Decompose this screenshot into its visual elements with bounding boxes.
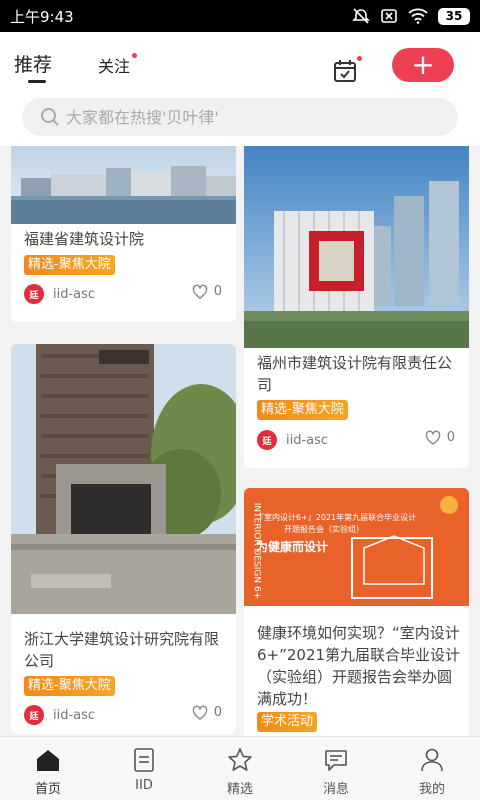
tab-follow-label: 关注 [98,57,131,76]
post-title: 福州市建筑设计院有限责任公司 [257,354,453,394]
avatar: 廷 [24,284,44,304]
tab-recommend[interactable]: 推荐 [14,50,53,83]
post-author[interactable]: 廷 iid-asc [257,430,328,450]
notification-dot [132,53,138,58]
heart-icon [425,430,441,445]
tab-profile-label: 我的 [418,782,445,797]
search-bar[interactable] [22,98,458,136]
post-image [244,146,469,348]
tab-messages[interactable]: 消息 [288,737,384,800]
heart-icon [192,284,208,299]
tab-home[interactable]: 首页 [0,737,96,800]
calendar-icon [334,60,356,82]
post-title: 健康环境如何实现？“室内设计 6+”2021第九届联合毕业设计（实验组）开题报告… [257,624,461,708]
post-image [11,146,236,224]
post-image [11,344,236,614]
calendar-button[interactable] [332,56,362,84]
notification-dot [357,56,362,61]
message-icon [325,750,347,771]
post-tag[interactable]: 精选-聚焦大院 [24,676,115,696]
like-button[interactable]: 0 [425,430,455,445]
post-card[interactable]: 福州市建筑设计院有限责任公司 精选-聚焦大院 廷 iid-asc 0 [244,146,469,468]
heart-icon [192,705,208,720]
poster-headline: 为健康而设计 [256,540,329,554]
tab-iid[interactable]: IID [96,737,192,800]
post-author[interactable]: 廷 iid-asc [24,284,95,304]
bottom-tab-bar: 首页 IID 精选 消息 我的 [0,736,480,800]
tab-iid-label: IID [135,778,153,793]
tab-recommend-label: 推荐 [14,54,53,76]
tab-featured[interactable]: 精选 [192,737,288,800]
author-name: iid-asc [286,432,329,448]
user-icon [421,748,443,772]
avatar: 廷 [257,430,277,450]
header: 推荐 关注 + [0,32,480,146]
status-bar: 上午9:43 35 [0,0,480,32]
document-icon [134,748,154,772]
like-count: 0 [213,705,222,720]
avatar: 廷 [24,705,44,725]
author-name: iid-asc [53,707,96,723]
tab-profile[interactable]: 我的 [384,737,480,800]
add-post-button[interactable]: + [392,48,454,82]
like-count: 0 [213,284,222,299]
tab-featured-label: 精选 [226,782,253,797]
tab-active-indicator [28,80,46,83]
battery-icon: 35 [438,7,470,25]
post-card[interactable]: 浙江大学建筑设计研究院有限公司 精选-聚焦大院 廷 iid-asc 0 [11,344,236,734]
like-count: 0 [446,430,455,445]
like-button[interactable]: 0 [192,705,222,720]
post-title: 福建省建筑设计院 [24,230,145,248]
post-author[interactable]: 廷 iid-asc [24,705,95,725]
post-title: 浙江大学建筑设计研究院有限公司 [24,630,220,670]
alarm-off-icon [352,8,370,24]
tab-follow[interactable]: 关注 [98,53,138,77]
feed: 福建省建筑设计院 精选-聚焦大院 廷 iid-asc 0 浙江大学建筑设计研究院… [0,146,480,736]
status-time: 上午9:43 [10,7,74,26]
no-sim-icon [381,9,397,23]
poster-title: 『室内设计6+』2021年第九届联合毕业设计 [256,513,417,522]
post-card[interactable]: 福建省建筑设计院 精选-聚焦大院 廷 iid-asc 0 [11,146,236,322]
wifi-icon [408,8,428,24]
post-tag[interactable]: 学术活动 [257,712,318,732]
post-image: 『室内设计6+』2021年第九届联合毕业设计 开题报告会（实验组） 为健康而设计… [244,488,469,606]
search-icon [41,108,59,126]
post-card[interactable]: 『室内设计6+』2021年第九届联合毕业设计 开题报告会（实验组） 为健康而设计… [244,488,469,736]
like-button[interactable]: 0 [192,284,222,299]
tab-messages-label: 消息 [322,782,349,797]
tab-home-label: 首页 [34,782,61,797]
star-icon [228,748,252,771]
plus-icon: + [411,48,435,81]
home-icon [37,750,59,771]
post-tag[interactable]: 精选-聚焦大院 [257,400,348,420]
poster-subtitle: 开题报告会（实验组） [284,525,364,534]
poster-side-text: INTERIOR DESIGN 6+ [251,502,262,600]
author-name: iid-asc [53,286,96,302]
post-tag[interactable]: 精选-聚焦大院 [24,255,115,275]
search-input[interactable] [66,107,426,127]
